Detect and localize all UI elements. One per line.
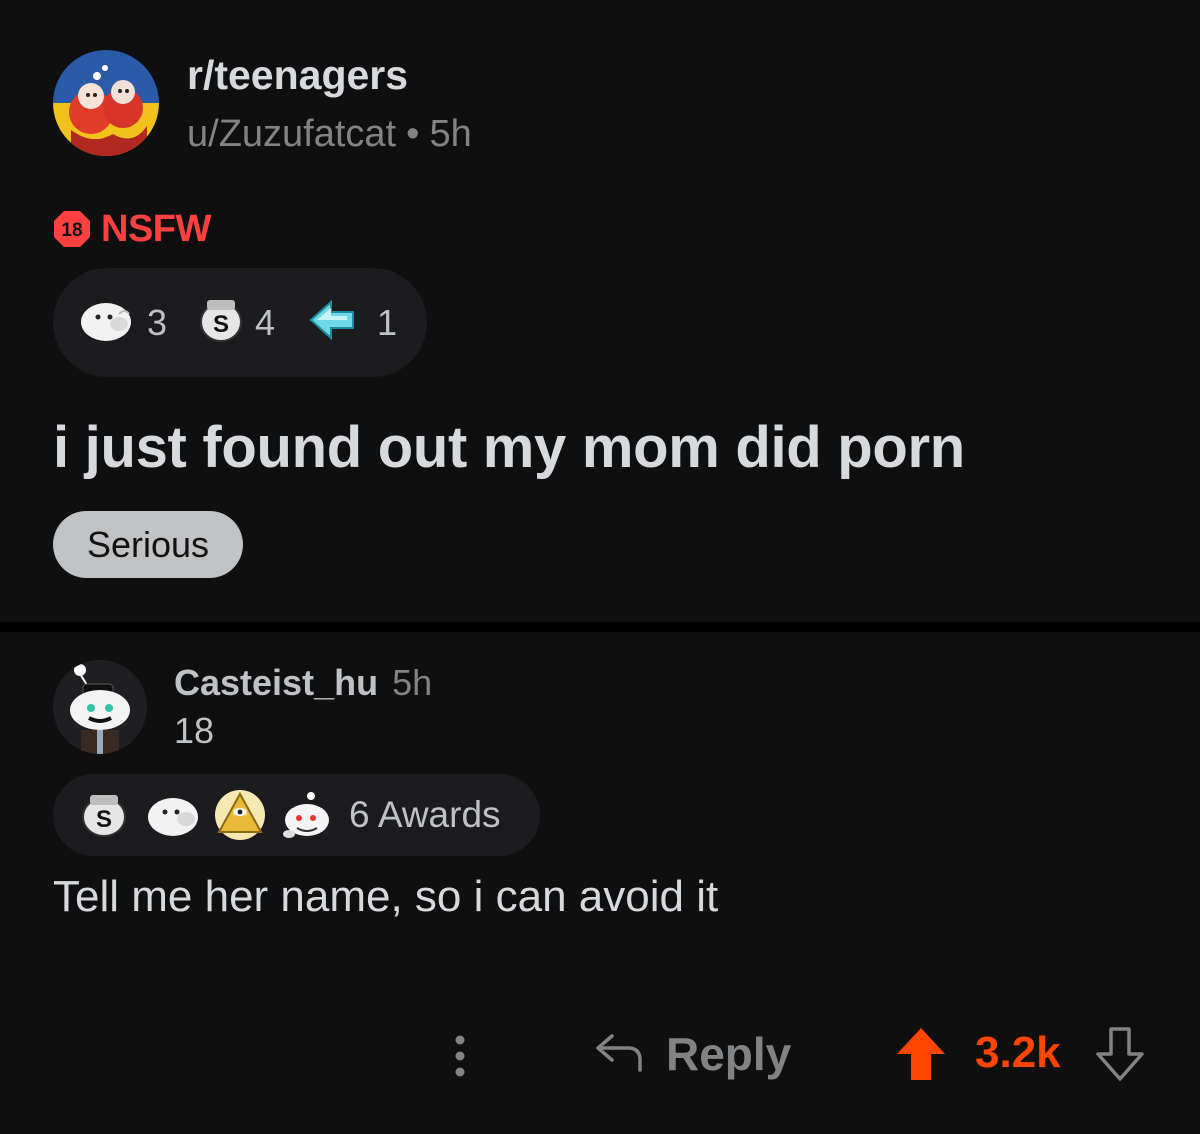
post-meta: u/Zuzufatcat • 5h xyxy=(187,113,472,156)
svg-text:S: S xyxy=(96,806,112,833)
post-title[interactable]: i just found out my mom did porn xyxy=(53,414,965,481)
seal-award-icon xyxy=(79,296,135,349)
reply-label: Reply xyxy=(666,1028,792,1080)
nsfw-label: NSFW xyxy=(101,207,211,250)
comment-body: Tell me her name, so i can avoid it xyxy=(53,872,719,921)
vertical-dots-icon xyxy=(440,1035,480,1091)
user-flair: 18 xyxy=(174,710,215,751)
snoo-award-icon xyxy=(281,790,333,845)
vote-score: 3.2k xyxy=(975,1028,1061,1077)
more-options-button[interactable] xyxy=(440,1027,480,1087)
commenter-avatar[interactable] xyxy=(53,660,147,754)
silver-award-icon: S xyxy=(81,791,127,844)
silver-award-icon: S xyxy=(199,296,243,349)
silver-award-count: 4 xyxy=(255,301,276,343)
section-divider xyxy=(0,622,1200,632)
arrow-award-icon xyxy=(309,298,357,347)
downvote-button[interactable] xyxy=(1095,1026,1145,1082)
comment-awards[interactable]: S 6 Awards xyxy=(53,774,540,856)
comment-card: Casteist_hu 5h 18 S 6 Awards Tell me her… xyxy=(0,632,1200,1134)
award-seal: 3 xyxy=(79,268,167,377)
subreddit-name[interactable]: r/teenagers xyxy=(187,52,408,99)
post-author[interactable]: u/Zuzufatcat xyxy=(187,113,396,155)
post-time: 5h xyxy=(429,113,472,155)
comment-username[interactable]: Casteist_hu xyxy=(174,662,378,703)
pyramid-award-icon xyxy=(213,788,267,847)
post-card: r/teenagers u/Zuzufatcat • 5h 18 NSFW 3 … xyxy=(0,0,1200,622)
nsfw-badge-number: 18 xyxy=(61,220,82,241)
award-arrow: 1 xyxy=(309,268,397,377)
comment-header: Casteist_hu 5h xyxy=(174,662,432,704)
nsfw-18-icon: 18 xyxy=(53,210,91,248)
upvote-button[interactable] xyxy=(895,1026,947,1082)
svg-text:S: S xyxy=(213,311,229,338)
awards-count-label: 6 Awards xyxy=(349,794,501,835)
nsfw-tag: 18 NSFW xyxy=(53,205,211,253)
reply-button[interactable]: Reply xyxy=(594,1024,791,1084)
downvote-arrow-icon xyxy=(1095,1027,1145,1086)
meta-separator: • xyxy=(406,113,420,155)
award-silver: S 4 xyxy=(199,268,275,377)
seal-award-icon xyxy=(147,792,201,843)
post-awards[interactable]: 3 S 4 1 xyxy=(53,268,427,377)
seal-award-count: 3 xyxy=(147,301,168,343)
comment-time: 5h xyxy=(392,662,433,703)
reply-icon xyxy=(594,1030,644,1079)
subreddit-avatar[interactable] xyxy=(53,50,159,156)
post-flair[interactable]: Serious xyxy=(53,511,243,578)
upvote-arrow-icon xyxy=(895,1028,947,1086)
arrow-award-count: 1 xyxy=(377,301,398,343)
